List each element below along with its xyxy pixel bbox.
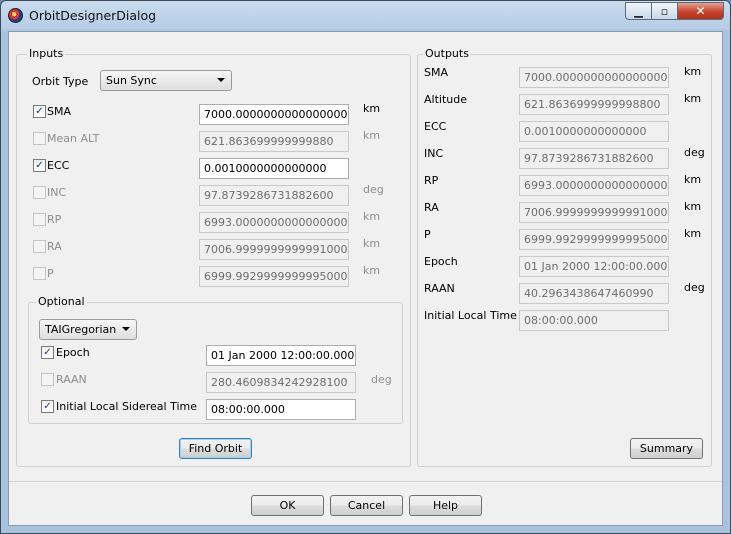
time-format-value: TAIGregorian [45, 323, 117, 336]
output-p-label: P [424, 228, 431, 241]
orbit-designer-window: OrbitDesignerDialog ▁ ▫ ✕ Inputs Orbit T… [0, 0, 731, 534]
ecc-label: ECC [47, 159, 70, 172]
output-raan-field[interactable]: 40.2963438647460990 [519, 283, 669, 304]
mean-alt-field[interactable]: 621.863699999999880 [199, 131, 349, 152]
app-icon [8, 8, 23, 23]
p-checkbox[interactable] [33, 267, 46, 280]
p-field[interactable]: 6999.9929999999995000 [199, 266, 349, 287]
mean-alt-checkbox[interactable] [33, 132, 46, 145]
raan-field[interactable]: 280.4609834242928100 [206, 372, 356, 393]
output-altitude-label: Altitude [424, 93, 467, 106]
epoch-checkbox[interactable]: ✓ [41, 346, 54, 359]
find-orbit-button[interactable]: Find Orbit [179, 438, 252, 459]
output-epoch-field[interactable]: 01 Jan 2000 12:00:00.000 [519, 256, 669, 277]
sma-label: SMA [47, 105, 71, 118]
rp-field[interactable]: 6993.0000000000000000 [199, 212, 349, 233]
ra-field[interactable]: 7006.9999999999991000 [199, 239, 349, 260]
output-rp-label: RP [424, 174, 439, 187]
inc-unit: deg [363, 183, 384, 196]
p-label: P [47, 267, 54, 280]
output-raan-label: RAAN [424, 282, 455, 295]
orbit-type-label: Orbit Type [32, 75, 89, 88]
outputs-group-title: Outputs [423, 47, 471, 60]
checkmark-icon: ✓ [43, 347, 52, 358]
ilst-field[interactable]: 08:00:00.000 [206, 399, 356, 420]
epoch-label: Epoch [56, 346, 90, 359]
output-ra-field[interactable]: 7006.9999999999991000 [519, 202, 669, 223]
summary-button[interactable]: Summary [630, 438, 703, 459]
rp-unit: km [363, 210, 381, 223]
output-inc-label: INC [424, 147, 444, 160]
output-ra-unit: km [684, 200, 702, 213]
output-epoch-label: Epoch [424, 255, 458, 268]
footer-divider [9, 481, 722, 482]
maximize-button[interactable]: ▫ [652, 2, 678, 20]
epoch-field[interactable]: 01 Jan 2000 12:00:00.000 [206, 345, 356, 366]
close-icon: ✕ [695, 4, 706, 18]
ilst-label: Initial Local Sidereal Time [56, 400, 197, 413]
window-title: OrbitDesignerDialog [29, 8, 157, 23]
output-rp-field[interactable]: 6993.0000000000000000 [519, 175, 669, 196]
output-ra-label: RA [424, 201, 439, 214]
raan-checkbox[interactable] [41, 373, 54, 386]
inputs-group-title: Inputs [27, 47, 66, 60]
output-raan-unit: deg [684, 281, 705, 294]
output-initial-local-time-label: Initial Local Time [424, 309, 517, 322]
sma-checkbox[interactable]: ✓ [33, 105, 46, 118]
sma-unit: km [363, 102, 381, 115]
raan-unit: deg [371, 373, 392, 386]
maximize-icon: ▫ [660, 4, 669, 18]
output-inc-unit: deg [684, 146, 705, 159]
output-p-field[interactable]: 6999.9929999999995000 [519, 229, 669, 250]
output-initial-local-time-field[interactable]: 08:00:00.000 [519, 310, 669, 331]
checkmark-icon: ✓ [35, 160, 44, 171]
output-ecc-field[interactable]: 0.0010000000000000 [519, 121, 669, 142]
output-sma-field[interactable]: 7000.0000000000000000 [519, 67, 669, 88]
ra-checkbox[interactable] [33, 240, 46, 253]
output-rp-unit: km [684, 173, 702, 186]
optional-group-title: Optional [36, 295, 87, 308]
p-unit: km [363, 264, 381, 277]
inc-checkbox[interactable] [33, 186, 46, 199]
output-sma-unit: km [684, 65, 702, 78]
ok-button[interactable]: OK [251, 495, 324, 516]
ra-label: RA [47, 240, 62, 253]
output-altitude-field[interactable]: 621.8636999999998800 [519, 94, 669, 115]
time-format-select[interactable]: TAIGregorian [39, 319, 137, 340]
output-altitude-unit: km [684, 92, 702, 105]
rp-label: RP [47, 213, 62, 226]
inc-field[interactable]: 97.8739286731882600 [199, 185, 349, 206]
minimize-icon: ▁ [634, 4, 643, 18]
inc-label: INC [47, 186, 67, 199]
raan-label: RAAN [56, 373, 87, 386]
output-inc-field[interactable]: 97.8739286731882600 [519, 148, 669, 169]
orbit-type-select[interactable]: Sun Sync [100, 70, 232, 91]
ecc-field[interactable]: 0.0010000000000000 [199, 158, 349, 179]
cancel-button[interactable]: Cancel [330, 495, 403, 516]
minimize-button[interactable]: ▁ [625, 2, 652, 20]
close-button[interactable]: ✕ [678, 2, 724, 20]
chevron-down-icon [217, 78, 225, 82]
ilst-checkbox[interactable]: ✓ [41, 400, 54, 413]
output-ecc-label: ECC [424, 120, 447, 133]
orbit-type-value: Sun Sync [106, 74, 157, 87]
rp-checkbox[interactable] [33, 213, 46, 226]
mean-alt-label: Mean ALT [47, 132, 100, 145]
chevron-down-icon [122, 327, 130, 331]
checkmark-icon: ✓ [43, 401, 52, 412]
dialog-client-area: Inputs Orbit Type Sun Sync ✓ SMA 7000.0000… [8, 31, 723, 526]
ra-unit: km [363, 237, 381, 250]
output-p-unit: km [684, 227, 702, 240]
sma-field[interactable]: 7000.0000000000000000 [199, 104, 349, 125]
output-sma-label: SMA [424, 66, 448, 79]
checkmark-icon: ✓ [35, 106, 44, 117]
mean-alt-unit: km [363, 129, 381, 142]
title-bar[interactable]: OrbitDesignerDialog ▁ ▫ ✕ [1, 1, 730, 29]
help-button[interactable]: Help [409, 495, 482, 516]
ecc-checkbox[interactable]: ✓ [33, 159, 46, 172]
